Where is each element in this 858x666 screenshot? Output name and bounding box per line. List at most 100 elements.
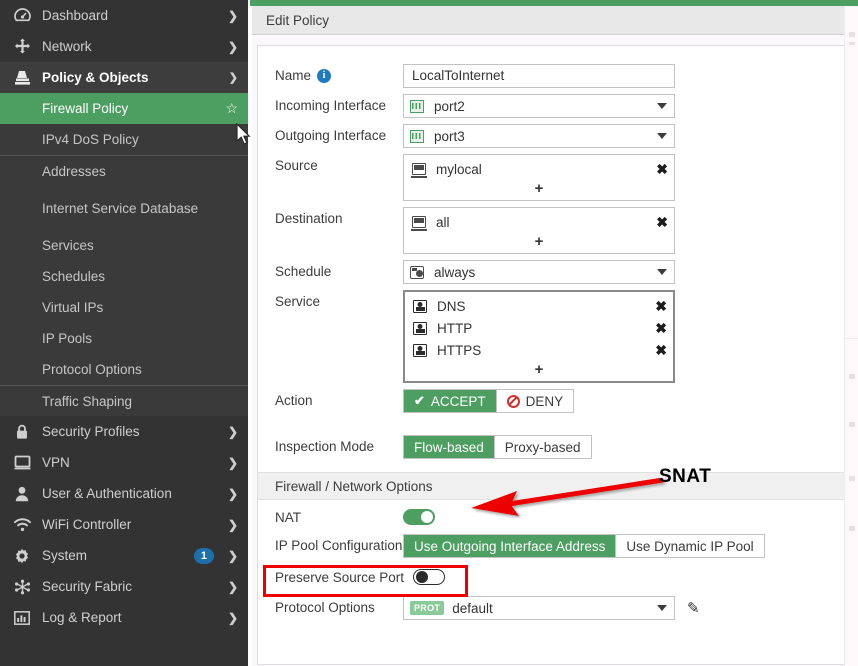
destination-multiselect[interactable]: all ✖ + (403, 207, 675, 254)
list-item[interactable]: HTTPS ✖ (405, 339, 673, 361)
add-destination-button[interactable]: + (404, 233, 674, 253)
add-service-button[interactable]: + (405, 361, 673, 381)
list-item[interactable]: DNS ✖ (405, 295, 673, 317)
field-row-inspection-mode: Inspection Mode Flow-based Proxy-based (258, 435, 844, 459)
main-navigation-sidebar: Dashboard ❯ Network ❯ Policy & Objects ❯… (0, 0, 250, 666)
sidebar-item-label: VPN (42, 455, 70, 470)
preserve-source-port-label: Preserve Source Port (275, 569, 405, 585)
sidebar-item-security-profiles[interactable]: Security Profiles ❯ (0, 416, 248, 447)
inspection-mode-option-flow-based[interactable]: Flow-based (404, 436, 495, 458)
source-multiselect[interactable]: mylocal ✖ + (403, 154, 675, 201)
name-input[interactable]: LocalToInternet (403, 64, 675, 88)
sidebar-item-network[interactable]: Network ❯ (0, 31, 248, 62)
sidebar-item-label: Security Fabric (42, 579, 133, 594)
ip-pool-option-label: Use Dynamic IP Pool (626, 538, 754, 554)
field-row-protocol-options: Protocol Options PROT default ✎ (258, 596, 844, 620)
pencil-icon[interactable]: ✎ (687, 599, 700, 617)
incoming-interface-select[interactable]: port2 (403, 94, 675, 118)
sidebar-item-log-and-report[interactable]: Log & Report ❯ (0, 602, 248, 633)
outgoing-interface-label: Outgoing Interface (275, 128, 387, 143)
field-row-source: Source mylocal ✖ + (258, 154, 844, 201)
policy-form-card: Name i LocalToInternet Incoming Interfac… (257, 45, 845, 665)
source-label: Source (275, 158, 318, 173)
sidebar-item-addresses[interactable]: Addresses (0, 155, 248, 186)
remove-icon[interactable]: ✖ (656, 162, 668, 176)
service-entry-value: HTTP (437, 320, 473, 336)
sidebar-item-label: Dashboard (42, 8, 109, 23)
nat-toggle[interactable] (403, 509, 435, 525)
sidebar-item-user-and-authentication[interactable]: User & Authentication ❯ (0, 478, 248, 509)
sidebar-item-services[interactable]: Services (0, 230, 248, 261)
list-item[interactable]: all ✖ (404, 211, 674, 233)
field-row-incoming-interface: Incoming Interface port2 (258, 94, 844, 118)
sidebar-item-policy-and-objects[interactable]: Policy & Objects ❯ (0, 62, 248, 93)
sidebar-item-virtual-ips[interactable]: Virtual IPs (0, 292, 248, 323)
remove-icon[interactable]: ✖ (655, 343, 667, 357)
sidebar-item-internet-service-database[interactable]: Internet Service Database (0, 186, 248, 230)
sidebar-item-ip-pools[interactable]: IP Pools (0, 323, 248, 354)
list-item[interactable]: mylocal ✖ (404, 158, 674, 180)
protocol-options-value: default (452, 600, 493, 616)
name-label: Name (275, 68, 312, 83)
snat-annotation-arrow (471, 478, 664, 516)
sidebar-item-label: Log & Report (42, 610, 122, 625)
preserve-source-port-toggle[interactable] (413, 569, 446, 585)
sidebar-item-security-fabric[interactable]: Security Fabric ❯ (0, 571, 248, 602)
sidebar-item-ipv4-dos-policy[interactable]: IPv4 DoS Policy (0, 124, 248, 155)
incoming-interface-control: port2 (403, 94, 675, 118)
system-notification-badge: 1 (193, 547, 214, 564)
sidebar-item-protocol-options[interactable]: Protocol Options (0, 354, 248, 385)
info-icon[interactable]: i (317, 69, 332, 83)
field-row-outgoing-interface: Outgoing Interface port3 (258, 124, 844, 148)
remove-icon[interactable]: ✖ (655, 299, 667, 313)
sidebar-item-label: Security Profiles (42, 424, 140, 439)
add-source-button[interactable]: + (404, 180, 674, 200)
user-icon (12, 485, 32, 503)
protocol-options-select[interactable]: PROT default (403, 596, 675, 620)
sidebar-item-schedules[interactable]: Schedules (0, 261, 248, 292)
ip-pool-option-use-dynamic-ip-pool[interactable]: Use Dynamic IP Pool (616, 535, 763, 557)
destination-control: all ✖ + (403, 207, 675, 254)
protocol-options-label: Protocol Options (275, 600, 375, 615)
schedule-clock-icon (410, 265, 427, 279)
inspection-mode-option-label: Flow-based (414, 439, 484, 455)
sidebar-item-traffic-shaping[interactable]: Traffic Shaping (0, 385, 248, 416)
port-icon (410, 129, 427, 143)
monitor-icon (12, 454, 32, 472)
field-row-action: Action ✔ ACCEPT DENY (258, 389, 844, 413)
outgoing-interface-control: port3 (403, 124, 675, 148)
section-title: Firewall / Network Options (275, 478, 433, 494)
sidebar-item-label: Policy & Objects (42, 70, 149, 85)
outgoing-interface-select[interactable]: port3 (403, 124, 675, 148)
sidebar-item-dashboard[interactable]: Dashboard ❯ (0, 0, 248, 31)
action-option-accept[interactable]: ✔ ACCEPT (404, 390, 497, 412)
host-address-icon (411, 216, 429, 231)
schedule-control: always (403, 260, 675, 284)
sidebar-item-label: IPv4 DoS Policy (42, 132, 139, 147)
sidebar-item-wifi-controller[interactable]: WiFi Controller ❯ (0, 509, 248, 540)
ip-pool-option-use-outgoing-interface-address[interactable]: Use Outgoing Interface Address (404, 535, 617, 557)
edit-policy-panel: Edit Policy Name i LocalToInternet Incom… (252, 6, 858, 666)
sidebar-item-label: Services (42, 238, 94, 253)
chevron-right-icon: ❯ (227, 39, 238, 54)
inspection-mode-option-proxy-based[interactable]: Proxy-based (495, 436, 591, 458)
action-option-deny[interactable]: DENY (497, 390, 574, 412)
chevron-right-icon: ❯ (227, 610, 238, 625)
fabric-nodes-icon (12, 578, 32, 596)
remove-icon[interactable]: ✖ (656, 215, 668, 229)
sidebar-item-vpn[interactable]: VPN ❯ (0, 447, 248, 478)
list-item[interactable]: HTTP ✖ (405, 317, 673, 339)
protocol-options-control: PROT default ✎ (403, 596, 700, 620)
service-multiselect[interactable]: DNS ✖ HTTP ✖ HTTPS ✖ + (403, 290, 675, 383)
favorite-star-icon[interactable]: ☆ (225, 100, 238, 117)
wifi-icon (12, 516, 32, 534)
sidebar-item-system[interactable]: System 1 ❯ (0, 540, 248, 571)
chevron-down-icon (657, 103, 667, 109)
schedule-select[interactable]: always (403, 260, 675, 284)
remove-icon[interactable]: ✖ (655, 321, 667, 335)
field-row-preserve-source-port: Preserve Source Port (258, 564, 844, 590)
chevron-right-icon: ❯ (227, 8, 238, 23)
nat-label: NAT (275, 509, 301, 525)
sidebar-item-firewall-policy[interactable]: Firewall Policy ☆ (0, 93, 248, 124)
service-icon (413, 343, 430, 357)
